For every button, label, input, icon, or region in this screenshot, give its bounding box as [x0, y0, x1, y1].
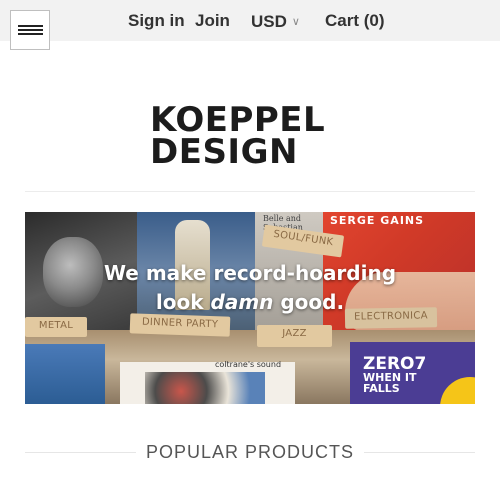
logo-line-2: DESIGN [150, 132, 298, 172]
headline-text: look [155, 290, 211, 314]
menu-bar [18, 33, 43, 35]
site-logo[interactable]: KOEPPEL DESIGN [150, 103, 325, 172]
album-cover-text: SERGE GAINS [330, 214, 425, 227]
menu-bar [18, 29, 43, 31]
hero-headline: We make record-hoarding look damn good. [25, 259, 475, 317]
header-divider [25, 191, 475, 192]
hero-photo-panel [145, 372, 265, 404]
join-link[interactable]: Join [195, 11, 230, 31]
hero-photo-panel [25, 344, 105, 404]
hamburger-menu-icon[interactable] [10, 10, 50, 50]
hero-headline-line-2: look damn good. [25, 288, 475, 317]
popular-products-heading: POPULAR PRODUCTS [25, 441, 476, 463]
section-title: POPULAR PRODUCTS [145, 441, 355, 462]
divider-tab-metal: METAL [25, 317, 87, 337]
top-bar: Sign in Join USD ∨ Cart (0) [0, 0, 500, 41]
hero-headline-line-1: We make record-hoarding [103, 261, 397, 285]
hero-banner[interactable]: SERGE GAINS Belle and Sebastian coltrane… [25, 212, 475, 404]
album-cover-text: WHEN IT FALLS [363, 371, 417, 395]
sign-in-link[interactable]: Sign in [128, 11, 185, 31]
album-cover-text: coltrane's sound [215, 360, 282, 369]
divider-tab-jazz: JAZZ [257, 325, 332, 347]
cart-link[interactable]: Cart (0) [325, 11, 385, 31]
menu-bar [18, 25, 43, 27]
section-rule [364, 451, 476, 453]
currency-label: USD [251, 11, 287, 31]
section-rule [25, 451, 136, 453]
headline-emphasis: damn [210, 290, 274, 314]
headline-text: good. [273, 290, 345, 314]
chevron-down-icon: ∨ [291, 16, 300, 28]
currency-selector[interactable]: USD ∨ [251, 11, 300, 32]
album-cover-text: ZERO7 [363, 354, 427, 374]
